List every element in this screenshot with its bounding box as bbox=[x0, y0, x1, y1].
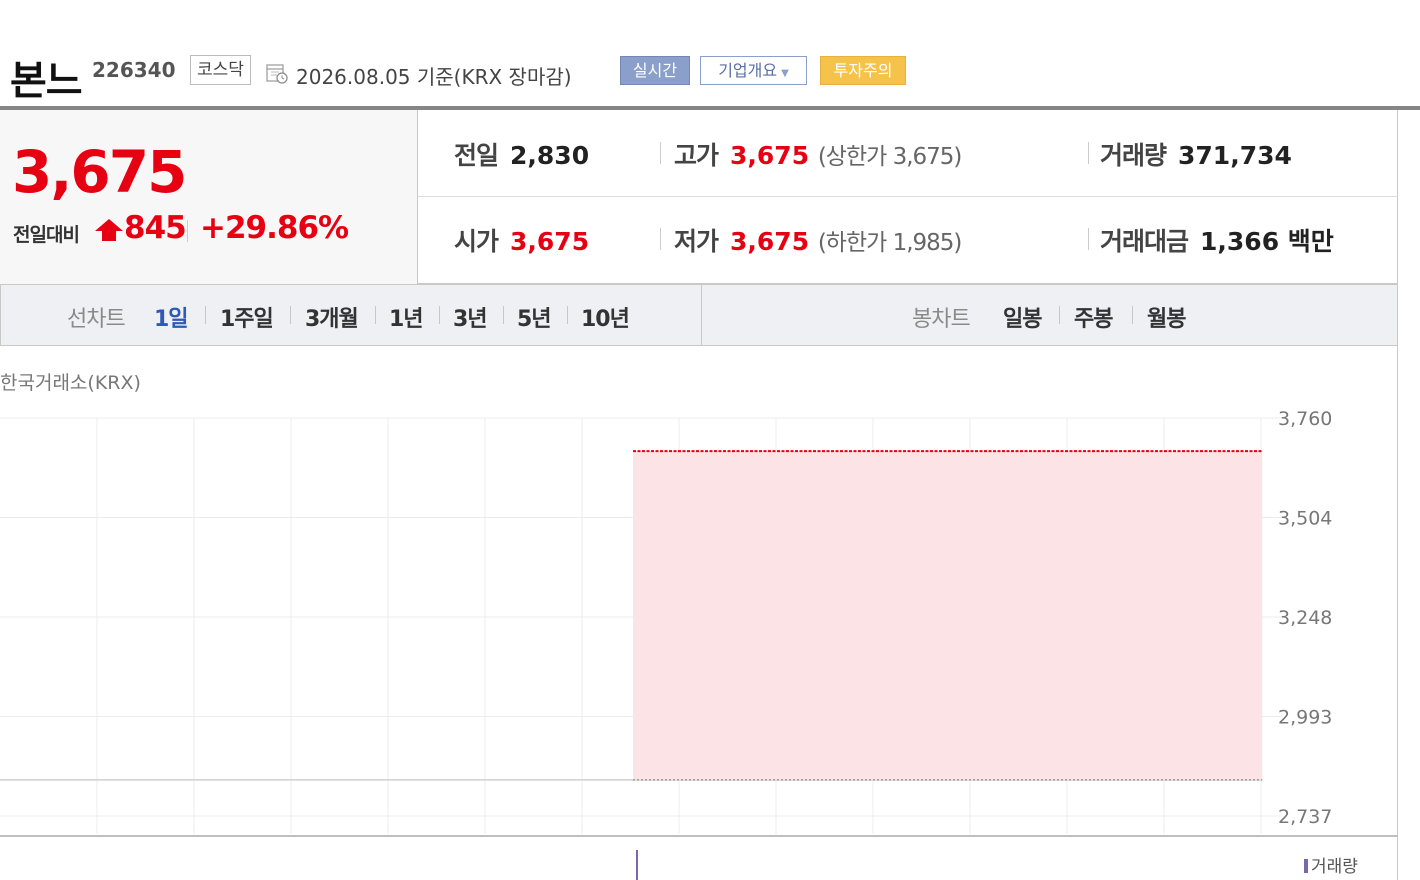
open-price: 시가 3,675 bbox=[454, 222, 589, 258]
tab-3m[interactable]: 3개월 bbox=[305, 301, 359, 333]
stock-header: 본느 226340 코스닥 2026.08.05 기준(KRX 장마감) 실시간… bbox=[0, 0, 1420, 110]
company-info-label: 기업개요 bbox=[718, 61, 778, 80]
low-label: 저가 bbox=[674, 227, 719, 256]
high-value: 3,675 bbox=[730, 141, 810, 170]
open-value: 3,675 bbox=[510, 227, 590, 256]
tab-1y[interactable]: 1년 bbox=[389, 301, 424, 333]
divider bbox=[660, 228, 661, 250]
investment-warning-badge: 투자주의 bbox=[820, 56, 906, 85]
volume-legend-marker bbox=[1304, 859, 1308, 873]
prev-close-value: 2,830 bbox=[510, 141, 590, 170]
high-label: 고가 bbox=[674, 141, 719, 170]
divider bbox=[375, 306, 376, 324]
open-label: 시가 bbox=[454, 227, 499, 256]
divider bbox=[1088, 142, 1089, 164]
high-price: 고가 3,675 (상한가 3,675) bbox=[674, 136, 963, 172]
tab-1w[interactable]: 1주일 bbox=[220, 301, 274, 333]
tab-1d[interactable]: 1일 bbox=[154, 301, 189, 333]
stock-name: 본느 bbox=[10, 58, 83, 104]
calendar-icon bbox=[266, 64, 288, 84]
trade-amount-label: 거래대금 bbox=[1100, 227, 1189, 256]
volume-legend-label: 거래량 bbox=[1311, 857, 1358, 877]
price-area bbox=[633, 451, 1263, 780]
tab-10y[interactable]: 10년 bbox=[581, 301, 630, 333]
current-price: 3,675 bbox=[12, 138, 187, 206]
prev-close-label: 전일 bbox=[454, 141, 499, 170]
base-date: 2026.08.05 기준(KRX 장마감) bbox=[296, 65, 572, 89]
tab-group-divider bbox=[701, 285, 702, 345]
chart-period-tabs: 선차트 1일 1주일 3개월 1년 3년 5년 10년 봉차트 일봉 주봉 월봉 bbox=[0, 284, 1398, 346]
volume: 거래량 371,734 bbox=[1100, 136, 1292, 172]
arrow-up-icon bbox=[95, 219, 123, 241]
market-badge: 코스닥 bbox=[190, 55, 251, 85]
low-value: 3,675 bbox=[730, 227, 810, 256]
tab-monthly-candle[interactable]: 월봉 bbox=[1147, 301, 1186, 333]
divider bbox=[439, 306, 440, 324]
divider bbox=[1059, 306, 1060, 324]
y-tick-label: 3,760 bbox=[1278, 408, 1332, 430]
divider bbox=[567, 306, 568, 324]
divider bbox=[503, 306, 504, 324]
y-tick-label: 3,504 bbox=[1278, 508, 1332, 530]
change-label: 전일대비 bbox=[13, 224, 80, 246]
prev-close: 전일 2,830 bbox=[454, 136, 589, 172]
change-amount: 845 bbox=[124, 210, 187, 246]
divider bbox=[205, 306, 206, 324]
divider bbox=[660, 142, 661, 164]
trade-amount-value: 1,366 백만 bbox=[1200, 227, 1334, 256]
y-tick-label: 3,248 bbox=[1278, 607, 1332, 629]
candle-chart-label: 봉차트 bbox=[912, 307, 971, 332]
tab-5y[interactable]: 5년 bbox=[517, 301, 552, 333]
upper-limit: (상한가 3,675) bbox=[817, 144, 963, 170]
line-chart-label: 선차트 bbox=[67, 307, 126, 332]
change-percent: +29.86% bbox=[200, 210, 349, 246]
tab-daily-candle[interactable]: 일봉 bbox=[1003, 301, 1042, 333]
y-tick-label: 2,737 bbox=[1278, 806, 1332, 828]
chevron-down-icon: ▼ bbox=[781, 68, 789, 79]
divider bbox=[1132, 306, 1133, 324]
divider bbox=[290, 306, 291, 324]
lower-limit: (하한가 1,985) bbox=[817, 230, 963, 256]
volume-value: 371,734 bbox=[1178, 141, 1292, 170]
price-box: 3,675 전일대비 845 +29.86% bbox=[0, 110, 418, 284]
divider bbox=[187, 220, 188, 242]
row-divider bbox=[418, 196, 1398, 197]
tab-weekly-candle[interactable]: 주봉 bbox=[1074, 301, 1113, 333]
company-info-dropdown[interactable]: 기업개요 ▼ bbox=[700, 56, 807, 85]
realtime-button[interactable]: 실시간 bbox=[620, 56, 690, 85]
price-chart[interactable]: 한국거래소(KRX) 3,760 3,504 3,248 2,993 2,737 거래량 bbox=[0, 346, 1398, 880]
volume-label: 거래량 bbox=[1100, 141, 1167, 170]
stock-code: 226340 bbox=[92, 58, 176, 82]
trade-amount: 거래대금 1,366 백만 bbox=[1100, 222, 1334, 258]
volume-legend: 거래량 bbox=[1304, 852, 1358, 877]
tab-3y[interactable]: 3년 bbox=[453, 301, 488, 333]
quote-panel: 3,675 전일대비 845 +29.86% 전일 2,830 고가 3,675 (… bbox=[0, 110, 1398, 284]
divider bbox=[1088, 228, 1089, 250]
low-price: 저가 3,675 (하한가 1,985) bbox=[674, 222, 963, 258]
chart-canvas[interactable]: 3,760 3,504 3,248 2,993 2,737 bbox=[0, 346, 1398, 880]
y-tick-label: 2,993 bbox=[1278, 707, 1332, 729]
